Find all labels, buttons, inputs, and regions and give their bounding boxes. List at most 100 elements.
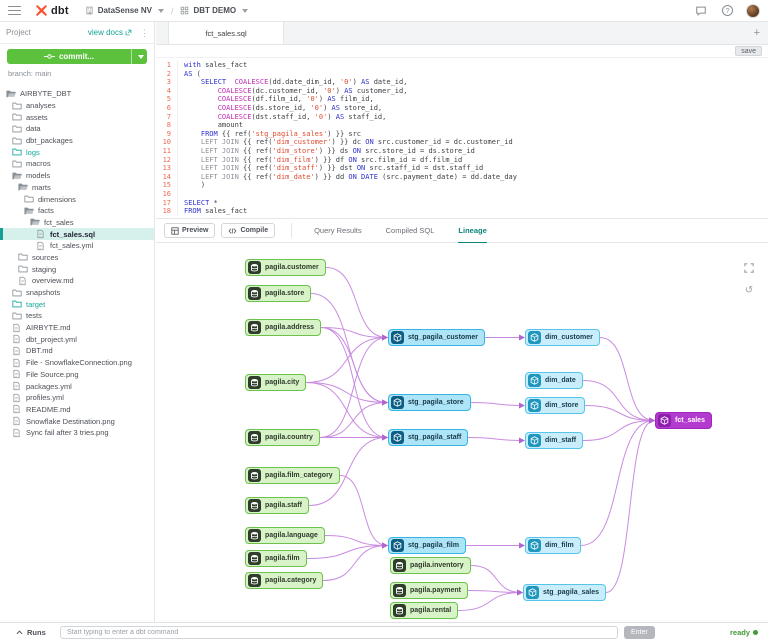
- code-line[interactable]: 9 FROM {{ ref('stg_pagila_sales') }} src: [156, 129, 768, 139]
- lineage-node-pagila-staff[interactable]: pagila.staff: [245, 497, 309, 514]
- tree-item-snowflake-destination-png[interactable]: Snowflake Destination.png: [0, 415, 154, 427]
- tree-item-fct-sales[interactable]: fct_sales: [0, 217, 154, 229]
- panel-tab-compiled-sql[interactable]: Compiled SQL: [386, 219, 435, 244]
- lineage-node-stg_pagila_sales[interactable]: stg_pagila_sales: [523, 584, 607, 601]
- preview-button[interactable]: Preview: [164, 223, 216, 238]
- account-switcher[interactable]: DataSense NV: [85, 6, 164, 15]
- tree-item-dbt-packages[interactable]: dbt_packages: [0, 135, 154, 147]
- tree-item-tests[interactable]: tests: [0, 310, 154, 322]
- code-line[interactable]: 15 ): [156, 181, 768, 190]
- code-line[interactable]: 2 AS (: [156, 69, 768, 79]
- code-line[interactable]: 10 LEFT JOIN {{ ref('dim_customer') }} d…: [156, 138, 768, 147]
- feedback-icon[interactable]: [694, 4, 708, 18]
- code-line[interactable]: 1 with sales_fact: [156, 61, 768, 70]
- tree-item-models[interactable]: models: [0, 170, 154, 182]
- tree-item-dbt-project-yml[interactable]: dbt_project.yml: [0, 333, 154, 345]
- code-line[interactable]: 13 LEFT JOIN {{ ref('dim_staff') }} dst …: [156, 164, 768, 173]
- new-tab-button[interactable]: +: [754, 22, 760, 44]
- command-status-bar: Runs Enter ready: [0, 622, 768, 642]
- lineage-node-pagila-language[interactable]: pagila.language: [245, 527, 325, 544]
- user-avatar[interactable]: [746, 3, 760, 18]
- lineage-node-dim_film[interactable]: dim_film: [525, 537, 581, 554]
- lineage-node-pagila-payment[interactable]: pagila.payment: [390, 582, 468, 599]
- code-line[interactable]: 16: [156, 189, 768, 199]
- sql-editor[interactable]: 1 with sales_fact 2 AS (3 SELECT COALESCE(d…: [156, 58, 768, 218]
- lineage-node-pagila-inventory[interactable]: pagila.inventory: [390, 557, 471, 574]
- lineage-canvas[interactable]: ↺ pagila.customer pagila.store pagila.addr…: [156, 243, 768, 621]
- save-button[interactable]: save: [735, 46, 762, 56]
- tree-item-overview-md[interactable]: overview.md: [0, 275, 154, 287]
- code-line[interactable]: 18 FROM sales_fact: [156, 207, 768, 216]
- reset-view-icon[interactable]: ↺: [742, 283, 756, 297]
- tree-item-marts[interactable]: marts: [0, 182, 154, 194]
- lineage-node-dim_store[interactable]: dim_store: [525, 397, 586, 414]
- tree-item-fct-sales-sql[interactable]: fct_sales.sql: [0, 228, 154, 240]
- tree-item-sources[interactable]: sources: [0, 252, 154, 264]
- code-line[interactable]: 12 LEFT JOIN {{ ref('dim_film') }} df ON…: [156, 155, 768, 165]
- lineage-node-dim_staff[interactable]: dim_staff: [525, 432, 584, 449]
- tab-fct-sales-sql[interactable]: fct_sales.sql: [168, 22, 284, 44]
- tree-item-packages-yml[interactable]: packages.yml: [0, 380, 154, 392]
- tree-item-logs[interactable]: logs: [0, 146, 154, 158]
- lineage-node-pagila-city[interactable]: pagila.city: [245, 374, 307, 391]
- tree-item-assets[interactable]: assets: [0, 111, 154, 123]
- project-switcher[interactable]: DBT DEMO: [180, 6, 249, 15]
- lineage-node-stg_pagila_customer[interactable]: stg_pagila_customer: [388, 329, 486, 346]
- tree-item-analyses[interactable]: analyses: [0, 100, 154, 112]
- lineage-node-dim_customer[interactable]: dim_customer: [525, 329, 600, 346]
- tree-item-dbt-md[interactable]: DBT.md: [0, 345, 154, 357]
- help-icon[interactable]: ?: [720, 4, 734, 18]
- code-line[interactable]: 8 amount: [156, 121, 768, 130]
- lineage-node-stg_pagila_store[interactable]: stg_pagila_store: [388, 394, 471, 411]
- code-line[interactable]: 14 LEFT JOIN {{ ref('dim_date') }} dd ON…: [156, 172, 768, 182]
- code-line[interactable]: 17 SELECT *: [156, 198, 768, 208]
- dbt-command-input[interactable]: [60, 626, 618, 639]
- runs-toggle[interactable]: Runs: [0, 628, 60, 637]
- lineage-node-pagila-rental[interactable]: pagila.rental: [390, 602, 459, 619]
- tree-item-airbyte-dbt[interactable]: AIRBYTE_DBT: [0, 88, 154, 100]
- tree-item-sync-fail-after-3-tries-png[interactable]: Sync fail after 3 tries.png: [0, 427, 154, 439]
- tree-item-file-source-png[interactable]: File Source.png: [0, 369, 154, 381]
- sidebar-menu-icon[interactable]: ⋮: [140, 28, 149, 37]
- code-line[interactable]: 3 SELECT COALESCE(dd.date_dim_id, '0') A…: [156, 78, 768, 87]
- lineage-node-stg_pagila_staff[interactable]: stg_pagila_staff: [388, 429, 469, 446]
- file-icon: [12, 369, 22, 379]
- tree-item-staging[interactable]: staging: [0, 263, 154, 275]
- fullscreen-icon[interactable]: [742, 261, 756, 275]
- lineage-node-fct_sales[interactable]: fct_sales: [655, 412, 712, 429]
- code-line[interactable]: 11 LEFT JOIN {{ ref('dim_store') }} ds O…: [156, 146, 768, 156]
- compile-button[interactable]: Compile: [221, 223, 276, 238]
- code-line[interactable]: 7 COALESCE(dst.staff_id, '0') AS staff_i…: [156, 112, 768, 122]
- code-line[interactable]: 4 COALESCE(dc.customer_id, '0') AS custo…: [156, 86, 768, 96]
- tree-item-readme-md[interactable]: README.md: [0, 404, 154, 416]
- code-line[interactable]: 5 COALESCE(df.film_id, '0') AS film_id,: [156, 95, 768, 104]
- tree-item-facts[interactable]: facts: [0, 205, 154, 217]
- tree-item-dimensions[interactable]: dimensions: [0, 193, 154, 205]
- commit-dropdown-button[interactable]: [131, 49, 147, 64]
- lineage-node-pagila-address[interactable]: pagila.address: [245, 319, 322, 336]
- lineage-node-pagila-category[interactable]: pagila.category: [245, 572, 324, 589]
- view-docs-link[interactable]: view docs: [88, 28, 132, 37]
- lineage-node-dim_date[interactable]: dim_date: [525, 372, 583, 389]
- tree-item-snapshots[interactable]: snapshots: [0, 287, 154, 299]
- tree-item-file-snowflakeconnection-png[interactable]: File - SnowflakeConnection.png: [0, 357, 154, 369]
- lineage-node-pagila-store[interactable]: pagila.store: [245, 285, 312, 302]
- tree-item-target[interactable]: target: [0, 298, 154, 310]
- lineage-node-stg_pagila_film[interactable]: stg_pagila_film: [388, 537, 466, 554]
- hamburger-menu-icon[interactable]: [8, 6, 21, 15]
- enter-button[interactable]: Enter: [624, 626, 655, 639]
- tree-item-fct-sales-yml[interactable]: fct_sales.yml: [0, 240, 154, 252]
- panel-tab-query-results[interactable]: Query Results: [314, 219, 362, 244]
- tree-item-profiles-yml[interactable]: profiles.yml: [0, 392, 154, 404]
- lineage-node-pagila-customer[interactable]: pagila.customer: [245, 259, 326, 276]
- lineage-node-pagila-country[interactable]: pagila.country: [245, 429, 320, 446]
- tree-item-airbyte-md[interactable]: AIRBYTE.md: [0, 322, 154, 334]
- tree-item-label: tests: [26, 311, 42, 321]
- commit-button[interactable]: commit...: [7, 49, 147, 64]
- lineage-node-pagila-film_category[interactable]: pagila.film_category: [245, 467, 340, 484]
- tree-item-macros[interactable]: macros: [0, 158, 154, 170]
- panel-tab-lineage[interactable]: Lineage: [458, 219, 487, 244]
- tree-item-data[interactable]: data: [0, 123, 154, 135]
- code-line[interactable]: 6 COALESCE(ds.store_id, '0') AS store_id…: [156, 103, 768, 113]
- lineage-node-pagila-film[interactable]: pagila.film: [245, 550, 307, 567]
